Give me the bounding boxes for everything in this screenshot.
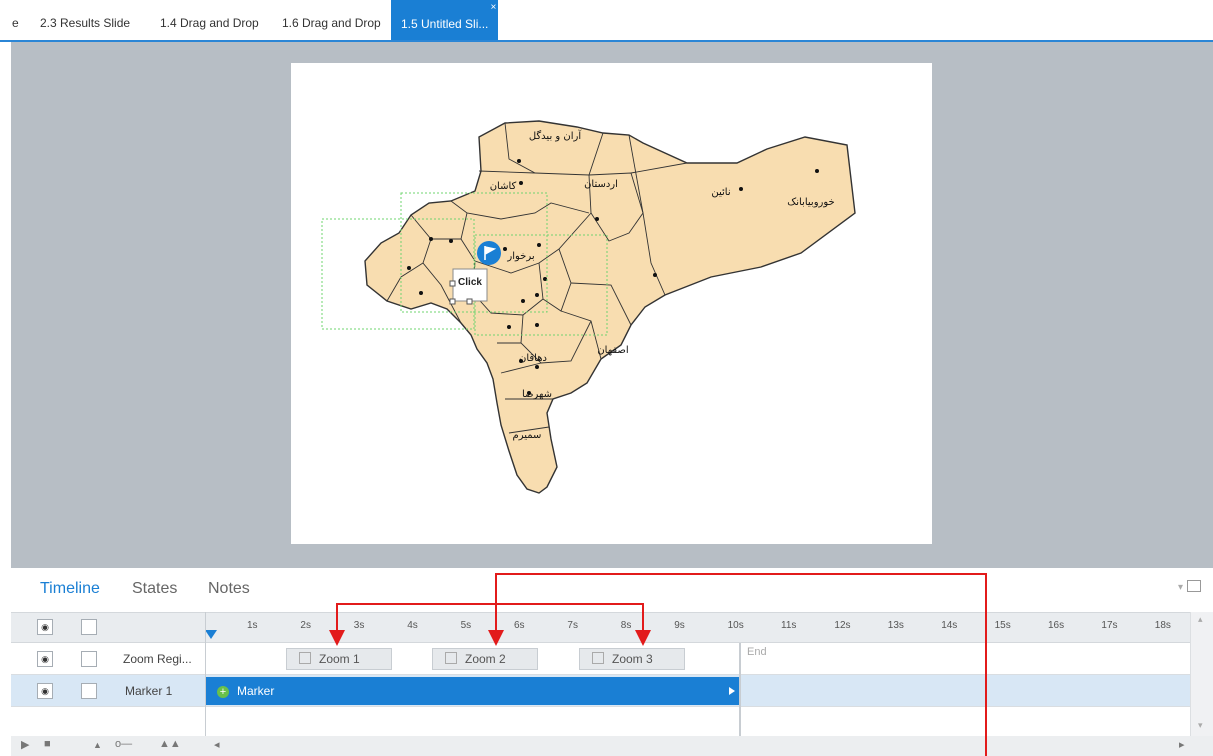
time-ruler[interactable]: ◉ 1s 2s 3s 4s 5s 6s 7s 8s 9s 10s 11s 12s 13s 14s 15s 16… xyxy=(11,612,1213,643)
zoom-in-icon[interactable]: ▲▲ xyxy=(159,738,181,750)
region-label: اصفهان xyxy=(597,345,628,356)
tab-drag-and-drop-1-6[interactable]: 1.6 Drag and Drop xyxy=(282,0,381,40)
region-label: شهرضا xyxy=(522,389,552,400)
zoom-block-2[interactable]: Zoom 2 xyxy=(432,648,538,670)
zoom-slider[interactable]: o— xyxy=(115,738,132,750)
ruler-tick-label: 17s xyxy=(1101,620,1118,631)
zoom-block-3[interactable]: Zoom 3 xyxy=(579,648,685,670)
ruler-tick-label: 10s xyxy=(727,620,744,631)
region-label: برخوار xyxy=(506,251,534,262)
left-edge-strip xyxy=(0,42,11,756)
timeline-row-zoom-region[interactable]: ◉ Zoom Regi... Zoom 1 Zoom 2 Zoom 3 xyxy=(11,643,1191,675)
timeline-row-marker[interactable]: ◉ Marker 1 + Marker xyxy=(11,675,1191,707)
zoom-block-1[interactable]: Zoom 1 xyxy=(286,648,392,670)
timeline-row-empty xyxy=(11,707,1191,739)
region-label: کاشان xyxy=(490,181,517,192)
lock-checkbox[interactable] xyxy=(81,651,97,667)
zoom-block-label: Zoom 2 xyxy=(465,652,506,666)
zoom-out-icon[interactable]: ▲ xyxy=(93,740,102,750)
tab-states[interactable]: States xyxy=(132,580,177,598)
ruler-tick-label: 11s xyxy=(781,620,797,631)
scroll-down-icon[interactable]: ▾ xyxy=(1198,720,1203,731)
ruler-tick-label: 7s xyxy=(567,620,578,631)
region-label: نائین xyxy=(711,187,730,198)
tab-results-slide[interactable]: 2.3 Results Slide xyxy=(40,0,130,40)
undock-window-icon[interactable] xyxy=(1187,580,1201,592)
scroll-left-icon[interactable]: ◂ xyxy=(214,738,220,751)
ruler-tick-label: 3s xyxy=(353,620,365,631)
slide-canvas[interactable]: آران و بیدگل کاشان اردستان نائین خوروبیا… xyxy=(291,63,932,544)
ruler-tick-label: 18s xyxy=(1154,620,1171,631)
chevron-down-icon[interactable]: ▾ xyxy=(1178,582,1183,593)
document-tab-bar: e 2.3 Results Slide 1.4 Drag and Drop 1.… xyxy=(0,0,1213,42)
add-icon: + xyxy=(217,686,229,698)
tab-untitled-slide-label: 1.5 Untitled Sli... xyxy=(401,17,489,31)
scroll-right-icon[interactable]: ▸ xyxy=(1179,738,1185,751)
tab-untitled-slide[interactable]: 1.5 Untitled Sli... × xyxy=(391,0,499,40)
ruler-tick-label: 9s xyxy=(674,620,685,631)
row-label: Zoom Regi... xyxy=(123,652,192,666)
zoom-region-icon xyxy=(299,652,311,664)
row-label: Marker 1 xyxy=(125,684,173,698)
region-label: آران و بیدگل xyxy=(529,129,583,142)
ruler-tick-label: 4s xyxy=(407,620,418,631)
play-icon[interactable]: ▶ xyxy=(21,738,29,751)
ruler-tick-label: 6s xyxy=(514,620,525,631)
play-arrow-icon xyxy=(729,687,735,695)
tab-notes[interactable]: Notes xyxy=(208,580,250,598)
zoom-block-label: Zoom 1 xyxy=(319,652,360,666)
ruler-tick-label: 15s xyxy=(994,620,1011,631)
timeline-controls-bar: ▶ ■ ▲ o— ▲▲ ◂ ▸ xyxy=(11,736,1213,756)
playhead-icon[interactable] xyxy=(205,630,217,639)
region-label: سمیرم xyxy=(513,430,542,441)
region-label: خوروبیابانک xyxy=(787,197,834,208)
region-label: دهاقان xyxy=(519,353,547,364)
ruler-tick-label: 14s xyxy=(941,620,958,631)
ruler-tick-label: 5s xyxy=(460,620,472,631)
ruler-tick-label: 16s xyxy=(1048,620,1065,631)
map-graphic: آران و بیدگل کاشان اردستان نائین خوروبیا… xyxy=(321,120,856,494)
isfahan-province-map xyxy=(364,120,856,494)
eye-icon[interactable]: ◉ xyxy=(37,619,53,635)
ruler-tick-label: 8s xyxy=(620,620,632,631)
lock-icon[interactable] xyxy=(81,619,97,635)
end-line[interactable] xyxy=(739,643,741,750)
marker-bar-label: Marker xyxy=(237,684,275,698)
marker-bar[interactable]: + Marker xyxy=(205,677,739,705)
timeline-panel: Timeline States Notes ▾ ◉ 1s 2s 3s 4s 5s 6s 7s… xyxy=(11,568,1213,756)
vertical-scrollbar[interactable]: ▴ ▾ xyxy=(1190,612,1213,736)
tab-partial[interactable]: e xyxy=(12,0,19,40)
scroll-up-icon[interactable]: ▴ xyxy=(1198,614,1203,625)
end-label: End xyxy=(747,646,767,658)
ruler-tick-label: 12s xyxy=(834,620,851,631)
tab-drag-and-drop-1-4[interactable]: 1.4 Drag and Drop xyxy=(160,0,259,40)
marker-flag-icon[interactable] xyxy=(477,241,501,265)
click-hotspot-label: Click xyxy=(458,277,482,288)
tab-timeline[interactable]: Timeline xyxy=(40,580,100,598)
zoom-region-icon xyxy=(445,652,457,664)
lock-checkbox[interactable] xyxy=(81,683,97,699)
ruler-tick-label: 1s xyxy=(247,620,258,631)
zoom-region-icon xyxy=(592,652,604,664)
eye-icon[interactable]: ◉ xyxy=(37,651,53,667)
ruler-tick-label: 13s xyxy=(887,620,904,631)
track-divider xyxy=(205,612,206,756)
ruler-tick-label: 2s xyxy=(300,620,311,631)
stop-icon[interactable]: ■ xyxy=(44,738,51,750)
eye-icon[interactable]: ◉ xyxy=(37,683,53,699)
region-label: اردستان xyxy=(584,179,618,190)
close-tab-icon[interactable]: × xyxy=(491,0,497,32)
zoom-block-label: Zoom 3 xyxy=(612,652,653,666)
